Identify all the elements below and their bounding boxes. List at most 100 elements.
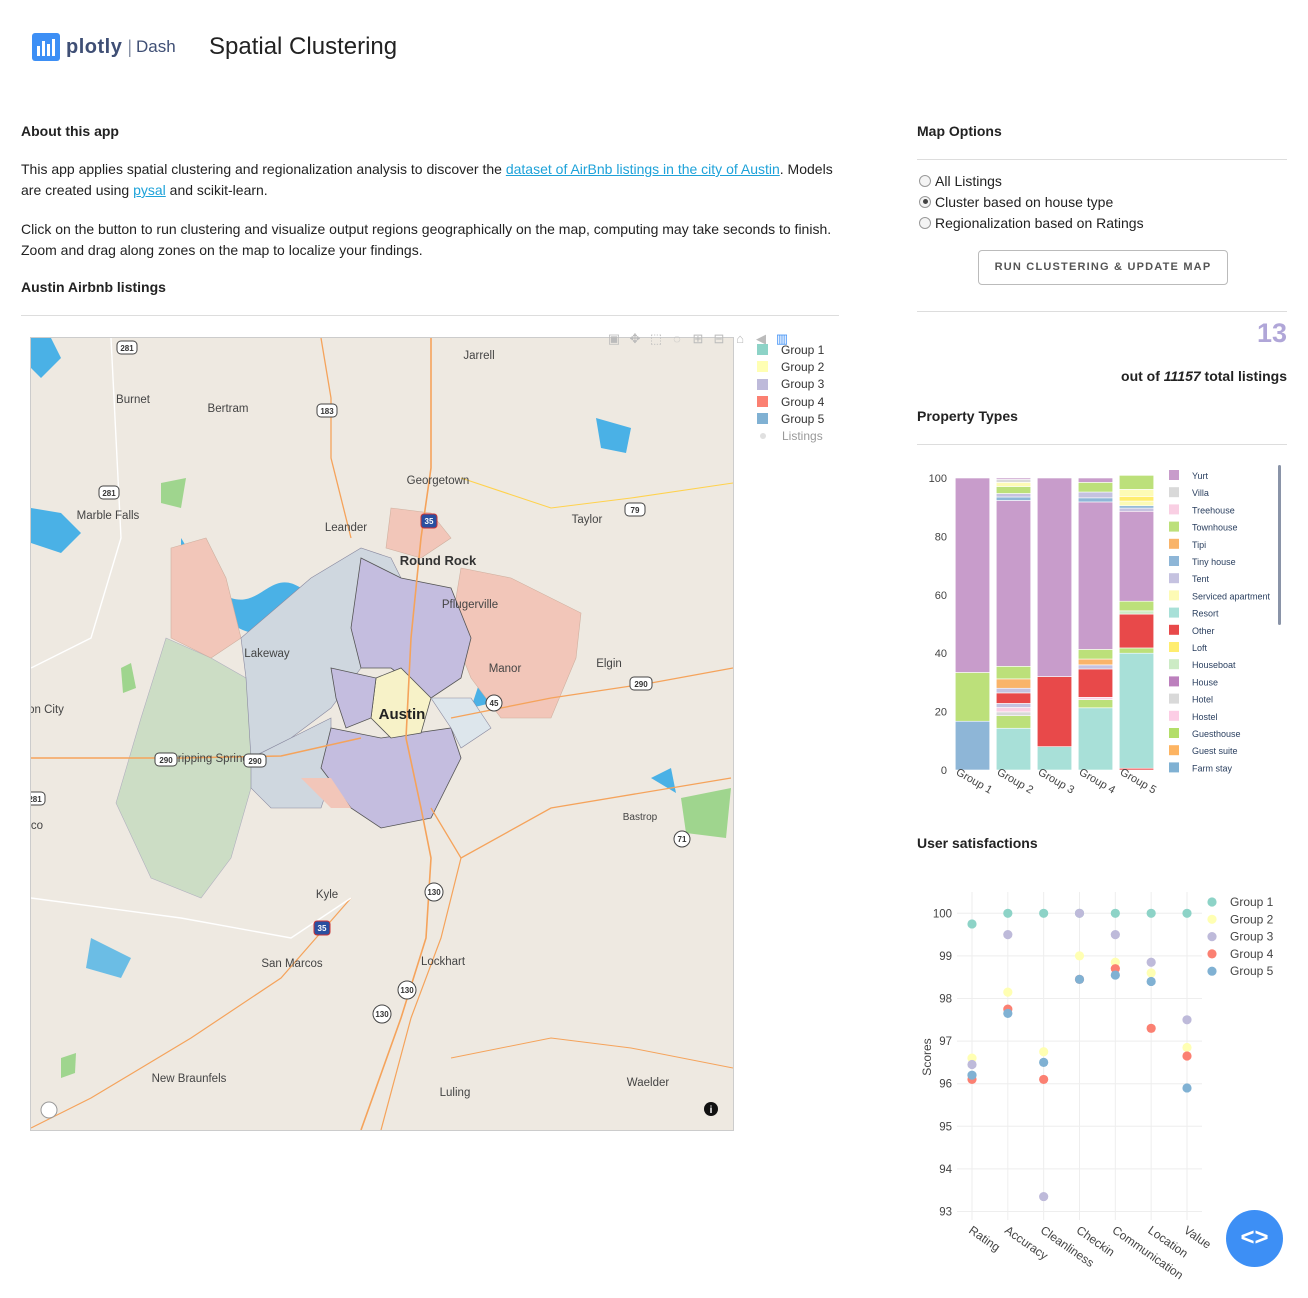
map-legend-item[interactable]: Group 2 xyxy=(757,358,824,375)
bar-segment[interactable] xyxy=(1077,497,1114,503)
legend-item[interactable]: Guesthouse xyxy=(1169,728,1241,739)
radio-button[interactable] xyxy=(919,174,931,187)
scatter-point[interactable] xyxy=(1003,1008,1013,1019)
bar-segment[interactable] xyxy=(1118,610,1155,615)
legend-item[interactable]: Group 4 xyxy=(1207,947,1274,961)
scatter-point[interactable] xyxy=(1039,1191,1049,1202)
bar-segment[interactable] xyxy=(995,727,1032,771)
home-icon[interactable]: ⌂ xyxy=(733,332,747,346)
legend-item[interactable]: Yurt xyxy=(1169,470,1209,481)
map-mode-radio[interactable]: All Listings xyxy=(917,170,1287,191)
bar-segment[interactable] xyxy=(1118,475,1155,490)
bar-segment[interactable] xyxy=(1118,507,1155,512)
scatter-point[interactable] xyxy=(1039,1074,1049,1085)
radio-button[interactable] xyxy=(919,216,931,229)
bar-segment[interactable] xyxy=(954,477,991,673)
bar-segment[interactable] xyxy=(1036,477,1073,677)
scatter-point[interactable] xyxy=(1039,1057,1049,1067)
bar-segment[interactable] xyxy=(1118,600,1155,612)
scatter-point[interactable] xyxy=(1110,970,1120,980)
legend-item[interactable]: Treehouse xyxy=(1169,504,1235,515)
legend-item[interactable]: Hotel xyxy=(1169,693,1213,705)
scatter-point[interactable] xyxy=(1146,976,1156,987)
map-legend-item[interactable]: Group 5 xyxy=(757,410,824,427)
bar-segment[interactable] xyxy=(954,720,991,771)
scatter-point[interactable] xyxy=(1182,1051,1192,1061)
scatter-point[interactable] xyxy=(1146,957,1156,967)
scatter-point[interactable] xyxy=(967,919,977,929)
legend-scrollbar[interactable] xyxy=(1278,465,1281,625)
bar-segment[interactable] xyxy=(995,482,1032,487)
bar-segment[interactable] xyxy=(995,477,1032,480)
legend-item[interactable]: Other xyxy=(1169,624,1215,636)
map-mode-radio[interactable]: Cluster based on house type xyxy=(917,191,1287,212)
zoom-out-icon[interactable]: ⊟ xyxy=(712,332,726,346)
bar-segment[interactable] xyxy=(995,496,1032,501)
scatter-point[interactable] xyxy=(1146,908,1156,918)
bar-segment[interactable] xyxy=(1077,658,1114,666)
pysal-link[interactable]: pysal xyxy=(133,182,166,198)
bar-segment[interactable] xyxy=(995,493,1032,498)
bar-segment[interactable] xyxy=(995,692,1032,704)
scatter-point[interactable] xyxy=(1074,951,1085,961)
bar-segment[interactable] xyxy=(1118,489,1155,497)
scatter-point[interactable] xyxy=(1074,908,1085,918)
scatter-point[interactable] xyxy=(1182,1015,1192,1025)
bar-segment[interactable] xyxy=(995,486,1032,494)
scatter-point[interactable] xyxy=(1182,908,1192,918)
scatter-point[interactable] xyxy=(1146,1023,1156,1033)
legend-item[interactable]: Group 1 xyxy=(1207,895,1274,909)
map-legend-item[interactable]: Group 1 xyxy=(757,341,824,358)
bar-segment[interactable] xyxy=(995,678,1032,689)
map-mode-radio[interactable]: Regionalization based on Ratings xyxy=(917,212,1287,233)
legend-item[interactable]: Houseboat xyxy=(1169,659,1236,670)
bar-segment[interactable] xyxy=(1118,505,1155,509)
scatter-point[interactable] xyxy=(1039,908,1049,918)
map-legend-item[interactable]: Group 3 xyxy=(757,376,824,393)
bar-segment[interactable] xyxy=(1036,676,1073,747)
scatter-point[interactable] xyxy=(1110,908,1120,918)
legend-item[interactable]: Group 5 xyxy=(1207,964,1274,978)
scatter-point[interactable] xyxy=(1146,968,1156,978)
bar-segment[interactable] xyxy=(1077,707,1114,771)
scatter-point[interactable] xyxy=(1003,987,1013,997)
scatter-point[interactable] xyxy=(1182,1083,1192,1093)
austin-map[interactable]: Jarrell Burnet Bertram Georgetown Marble… xyxy=(30,337,734,1131)
bar-segment[interactable] xyxy=(995,666,1032,680)
bar-segment[interactable] xyxy=(1077,664,1114,670)
legend-item[interactable]: Guest suite xyxy=(1169,745,1238,756)
bar-segment[interactable] xyxy=(995,500,1032,667)
bar-segment[interactable] xyxy=(995,707,1032,713)
mapbox-logo-icon[interactable] xyxy=(40,1101,58,1119)
bar-segment[interactable] xyxy=(1077,696,1114,700)
scatter-point[interactable] xyxy=(967,1070,977,1080)
legend-item[interactable]: Villa xyxy=(1169,487,1209,498)
bar-segment[interactable] xyxy=(1077,491,1114,499)
bar-segment[interactable] xyxy=(1118,496,1155,502)
bar-segment[interactable] xyxy=(1118,500,1155,507)
box-select-icon[interactable]: ⬚ xyxy=(649,332,663,346)
bar-segment[interactable] xyxy=(1118,510,1155,602)
bar-segment[interactable] xyxy=(1118,647,1155,654)
code-toggle-button[interactable]: <> xyxy=(1226,1210,1283,1267)
bar-segment[interactable] xyxy=(1118,613,1155,649)
bar-segment[interactable] xyxy=(995,687,1032,694)
legend-item[interactable]: Townhouse xyxy=(1169,521,1238,533)
plotly-dash-logo[interactable]: plotly | Dash xyxy=(32,33,176,61)
bar-segment[interactable] xyxy=(1077,668,1114,698)
map-legend-item[interactable]: Group 4 xyxy=(757,393,824,410)
legend-item[interactable]: Resort xyxy=(1169,607,1219,619)
legend-item[interactable]: Serviced apartment xyxy=(1169,590,1271,601)
property-types-chart[interactable]: 0 20 40 60 80 100 Group 1 Group 2 Group 3 Group 4… xyxy=(917,460,1287,810)
scatter-point[interactable] xyxy=(1003,929,1013,940)
bar-segment[interactable] xyxy=(954,672,991,722)
run-clustering-button[interactable]: RUN CLUSTERING & UPDATE MAP xyxy=(978,250,1228,285)
lasso-icon[interactable]: ◌ xyxy=(670,332,684,346)
scatter-point[interactable] xyxy=(1110,929,1120,940)
bar-segment[interactable] xyxy=(1077,649,1114,660)
bar-segment[interactable] xyxy=(995,715,1032,729)
legend-item[interactable]: Tent xyxy=(1169,573,1210,584)
dataset-link[interactable]: dataset of AirBnb listings in the city o… xyxy=(506,161,780,177)
camera-icon[interactable]: ▣ xyxy=(607,332,621,346)
scatter-point[interactable] xyxy=(1182,1042,1192,1053)
